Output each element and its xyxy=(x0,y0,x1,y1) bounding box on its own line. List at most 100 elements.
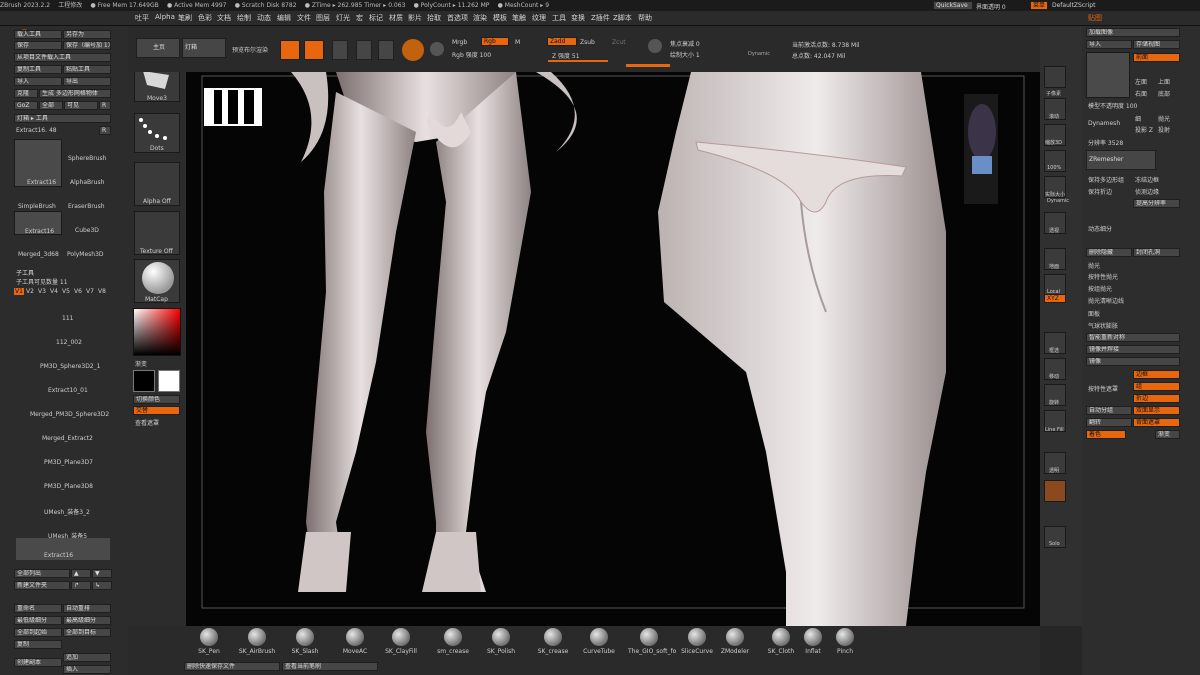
close-holes-button[interactable]: 封闭孔洞 xyxy=(1133,248,1180,257)
menu-item[interactable]: 标记 xyxy=(369,13,383,23)
subpixel-icon[interactable]: 子像素 xyxy=(1044,66,1066,97)
blur-toggle[interactable]: 细 xyxy=(1135,114,1141,123)
actual-size-icon[interactable]: 实际大小 xyxy=(1044,176,1066,198)
tool-thumb-merged[interactable]: Merged_3d68 xyxy=(14,235,62,259)
brush-sk-airbrush[interactable]: SK_AirBrush xyxy=(236,628,278,664)
menu-item[interactable]: 色彩 xyxy=(198,13,212,23)
brush-moveac[interactable]: MoveAC xyxy=(334,628,376,664)
move-down-button[interactable]: ▼ xyxy=(92,569,112,578)
freeze-border-toggle[interactable]: 冻结边框 xyxy=(1135,175,1159,184)
menu-item[interactable]: 灯光 xyxy=(336,13,350,23)
arrow-down-icon[interactable]: ↳ xyxy=(92,581,112,590)
version-tab[interactable]: V6 xyxy=(74,288,82,295)
material-sphere-icon[interactable] xyxy=(430,42,444,56)
menu-item[interactable]: 模板 xyxy=(493,13,507,23)
brush-curvetube[interactable]: CurveTube xyxy=(578,628,620,664)
project-slider[interactable]: 投影 Z xyxy=(1135,125,1153,134)
store-view-button[interactable]: 存储视图 xyxy=(1133,40,1180,49)
load-tool-button[interactable]: 载入工具 xyxy=(14,30,62,39)
menu-item[interactable]: 图层 xyxy=(316,13,330,23)
version-tab[interactable]: V8 xyxy=(98,288,106,295)
rgb-intensity-slider[interactable]: Rgb 强度 100 xyxy=(452,50,491,59)
menu-item[interactable]: 绘制 xyxy=(237,13,251,23)
dynamesh-button[interactable]: Dynamesh xyxy=(1088,120,1120,127)
menu-item[interactable]: 文件 xyxy=(297,13,311,23)
tool-thumb-alphabrush[interactable]: AlphaBrush xyxy=(63,163,111,187)
brush-slicecurve[interactable]: SliceCurve xyxy=(676,628,718,664)
home-button[interactable]: 主页 xyxy=(136,38,180,58)
polish-crisp-edges-slider[interactable]: 抛光清晰边线 xyxy=(1088,296,1124,305)
make-polymesh-button[interactable]: 生成 多边形网格物体 xyxy=(39,89,111,98)
move-up-button[interactable]: ▲ xyxy=(71,569,91,578)
save-as-button[interactable]: 另存为 xyxy=(63,30,111,39)
version-tab[interactable]: V2 xyxy=(26,288,34,295)
double-sided-toggle[interactable]: 双面显示 xyxy=(1133,406,1180,415)
canvas-viewport[interactable] xyxy=(186,72,1040,626)
goz-all-button[interactable]: 全部 xyxy=(39,101,63,110)
subtool-row[interactable]: PM3D_Plane3D7 xyxy=(16,446,110,468)
draw-size-slider[interactable]: 绘制大小 1 xyxy=(670,50,700,59)
version-tab[interactable]: V3 xyxy=(38,288,46,295)
delete-hidden-button[interactable]: 删除隐藏 xyxy=(1086,248,1132,257)
move-view-icon[interactable]: 移动 xyxy=(1044,358,1066,380)
arrow-up-icon[interactable]: ↱ xyxy=(71,581,91,590)
menu-item[interactable]: 工具 xyxy=(552,13,566,23)
scroll-icon[interactable]: 滚动 xyxy=(1044,98,1066,120)
tool-thumb-eraserbrush[interactable]: EraserBrush xyxy=(63,187,111,211)
menu-item[interactable]: Z脚本 xyxy=(613,13,632,23)
xyz-toggle[interactable]: XYZ xyxy=(1044,294,1066,303)
rgb-toggle[interactable]: Rgb xyxy=(481,37,509,46)
tool-thumb-spherebrush[interactable]: SphereBrush xyxy=(63,139,111,163)
menu-item[interactable]: 材质 xyxy=(389,13,403,23)
right-view-button[interactable]: 右面 xyxy=(1135,89,1147,98)
perspective-icon[interactable]: 透视 xyxy=(1044,212,1066,234)
subtool-row[interactable]: 112_002 xyxy=(16,326,110,348)
load-image-button[interactable]: 加载图像 xyxy=(1086,28,1180,37)
zsub-toggle[interactable]: Zsub xyxy=(580,39,595,46)
subtool-row[interactable]: Merged_PM3D_Sphere3D2 xyxy=(16,398,110,420)
scale-mode-icon[interactable] xyxy=(356,40,372,60)
brush-gio-soft[interactable]: The_GIO_soft_fo xyxy=(628,628,676,664)
menu-item[interactable]: 编辑 xyxy=(277,13,291,23)
project-toggle[interactable]: 投射 xyxy=(1158,125,1170,134)
subtool-row[interactable]: Merged_Extract2 xyxy=(16,422,110,444)
version-tab[interactable]: V7 xyxy=(86,288,94,295)
clone-button[interactable]: 克隆 xyxy=(14,89,38,98)
menu-item[interactable]: 渲染 xyxy=(473,13,487,23)
focal-shift-slider[interactable]: 焦点衰减 0 xyxy=(670,39,700,48)
alpha-thumb[interactable]: Alpha Off xyxy=(134,162,180,206)
quicksave-button[interactable]: QuickSave xyxy=(933,1,973,10)
create-copy-button[interactable]: 创建副本 xyxy=(14,658,62,667)
import-button[interactable]: 导入 xyxy=(14,77,62,86)
model-opacity-slider[interactable]: 模型不透明度 100 xyxy=(1088,101,1137,110)
texture-preview[interactable] xyxy=(1086,52,1130,98)
switch-color-button[interactable]: 切换颜色 xyxy=(133,395,180,404)
front-view-button[interactable]: 前面 xyxy=(1133,53,1180,62)
bpr-preview-label[interactable]: 预览布尔渲染 xyxy=(232,45,268,54)
backface-mask-toggle[interactable]: 背面遮罩 xyxy=(1133,418,1180,427)
auto-reorder-button[interactable]: 自动重排 xyxy=(63,604,111,613)
creases-toggle[interactable]: 折边 xyxy=(1133,394,1180,403)
brush-sk-crease[interactable]: SK_crease xyxy=(532,628,574,664)
dynamic-label[interactable]: Dynamic xyxy=(1047,198,1069,204)
flip-button[interactable]: 翻转 xyxy=(1086,418,1132,427)
brush-sk-pen[interactable]: SK_Pen xyxy=(188,628,230,664)
goz-button[interactable]: GoZ xyxy=(14,101,38,110)
copy-tool-button[interactable]: 复制工具 xyxy=(14,65,62,74)
keep-creases-toggle[interactable]: 保持折边 xyxy=(1088,187,1112,196)
duplicate-button[interactable]: 复制 xyxy=(14,640,62,649)
menu-item[interactable]: 变换 xyxy=(571,13,585,23)
spotlight-icon[interactable] xyxy=(648,39,662,53)
brush-sk-clayfill[interactable]: SK_ClayFill xyxy=(380,628,422,664)
keep-groups-toggle[interactable]: 保持多边形组 xyxy=(1088,175,1124,184)
rotate-view-icon[interactable]: 旋转 xyxy=(1044,384,1066,406)
border-toggle[interactable]: 边框 xyxy=(1133,370,1180,379)
menu-item[interactable]: 影片 xyxy=(408,13,422,23)
version-tab[interactable]: V1 xyxy=(14,288,24,295)
mrgb-toggle[interactable]: Mrgb xyxy=(452,39,467,46)
tool-thumb-extract16-b[interactable]: Extract16 xyxy=(14,211,62,235)
menu-item[interactable]: 拾取 xyxy=(427,13,441,23)
local-icon[interactable]: Local xyxy=(1044,274,1066,296)
rotate-mode-icon[interactable] xyxy=(378,40,394,60)
menu-item[interactable]: 笔触 xyxy=(512,13,526,23)
